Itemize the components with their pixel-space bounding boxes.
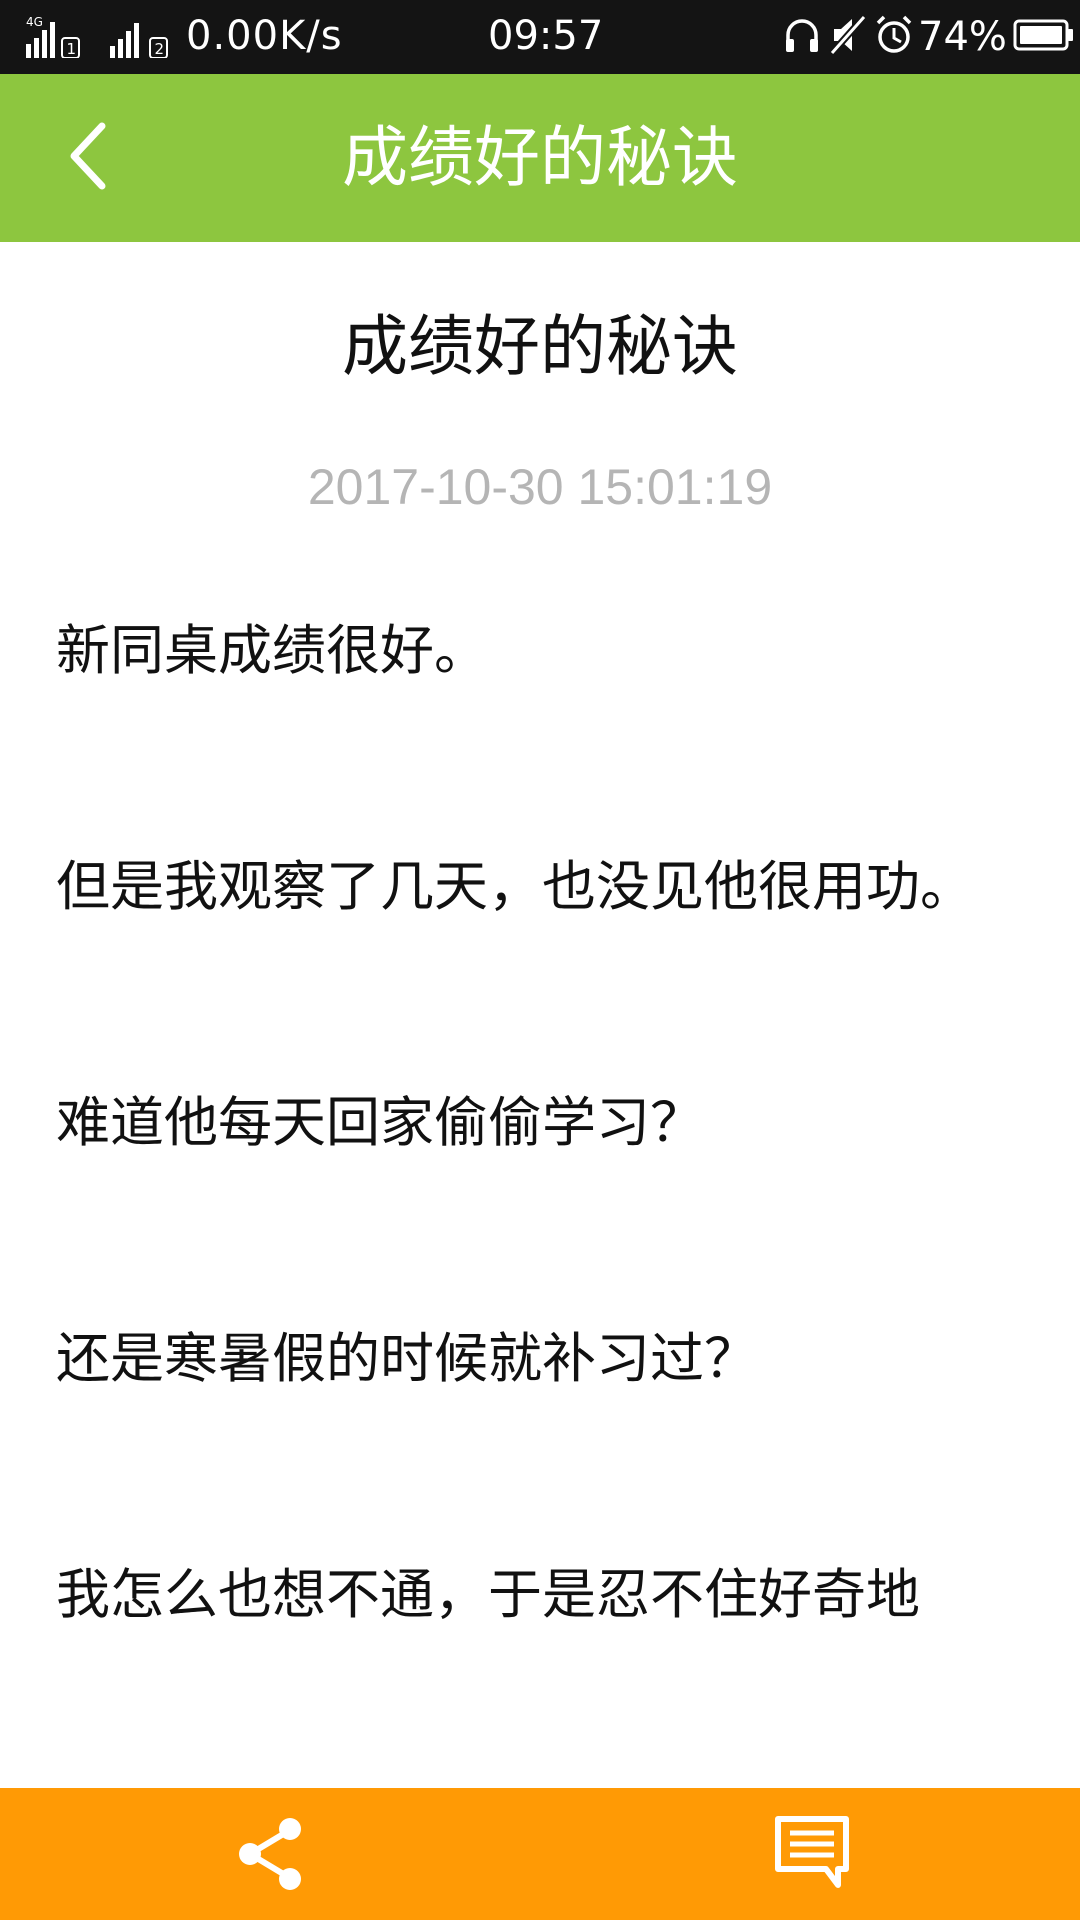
battery-percent: 74%: [918, 14, 1007, 60]
clock: 09:57: [488, 13, 604, 59]
share-button[interactable]: [220, 1806, 320, 1906]
status-icons: 74%: [782, 10, 1075, 64]
comment-button[interactable]: [760, 1802, 864, 1906]
screen: 4G 1 2 0.00K/s 09:57 74% 成绩好的秘诀 成绩好的秘诀 2…: [0, 0, 1080, 1920]
sim1-signal-icon: 4G 1: [26, 14, 84, 58]
page-title: 成绩好的秘诀: [342, 119, 738, 196]
article-paragraph: 难道他每天回家偷偷学习？: [56, 1091, 704, 1154]
network-type-label: 4G: [26, 15, 43, 29]
share-icon: [234, 1816, 306, 1896]
sim1-label: 1: [67, 40, 77, 58]
battery-icon: [1013, 17, 1075, 57]
chevron-left-icon: [60, 116, 120, 200]
mute-icon: [828, 13, 868, 61]
comment-icon: [772, 1813, 852, 1895]
article-paragraph: 新同桌成绩很好。: [56, 619, 488, 682]
headphone-icon: [782, 13, 822, 61]
app-bar: 成绩好的秘诀: [0, 74, 1080, 242]
back-button[interactable]: [40, 108, 140, 208]
article-body: 新同桌成绩很好。 但是我观察了几天，也没见他很用功。 难道他每天回家偷偷学习？ …: [56, 592, 1036, 1772]
article-paragraph: 我怎么也想不通，于是忍不住好奇地: [56, 1563, 920, 1626]
alarm-icon: [874, 13, 914, 61]
article-paragraph: 还是寒暑假的时候就补习过？: [56, 1327, 758, 1390]
article[interactable]: 成绩好的秘诀 2017-10-30 15:01:19 新同桌成绩很好。 但是我观…: [0, 242, 1080, 1788]
article-paragraph: 但是我观察了几天，也没见他很用功。: [56, 855, 974, 918]
sim2-signal-icon: 2: [110, 14, 176, 58]
article-title: 成绩好的秘诀: [342, 308, 738, 385]
status-bar: 4G 1 2 0.00K/s 09:57 74%: [0, 0, 1080, 74]
sim2-label: 2: [155, 40, 165, 58]
bottom-action-bar: [0, 1788, 1080, 1920]
article-date: 2017-10-30 15:01:19: [307, 459, 773, 515]
net-speed: 0.00K/s: [186, 13, 343, 59]
